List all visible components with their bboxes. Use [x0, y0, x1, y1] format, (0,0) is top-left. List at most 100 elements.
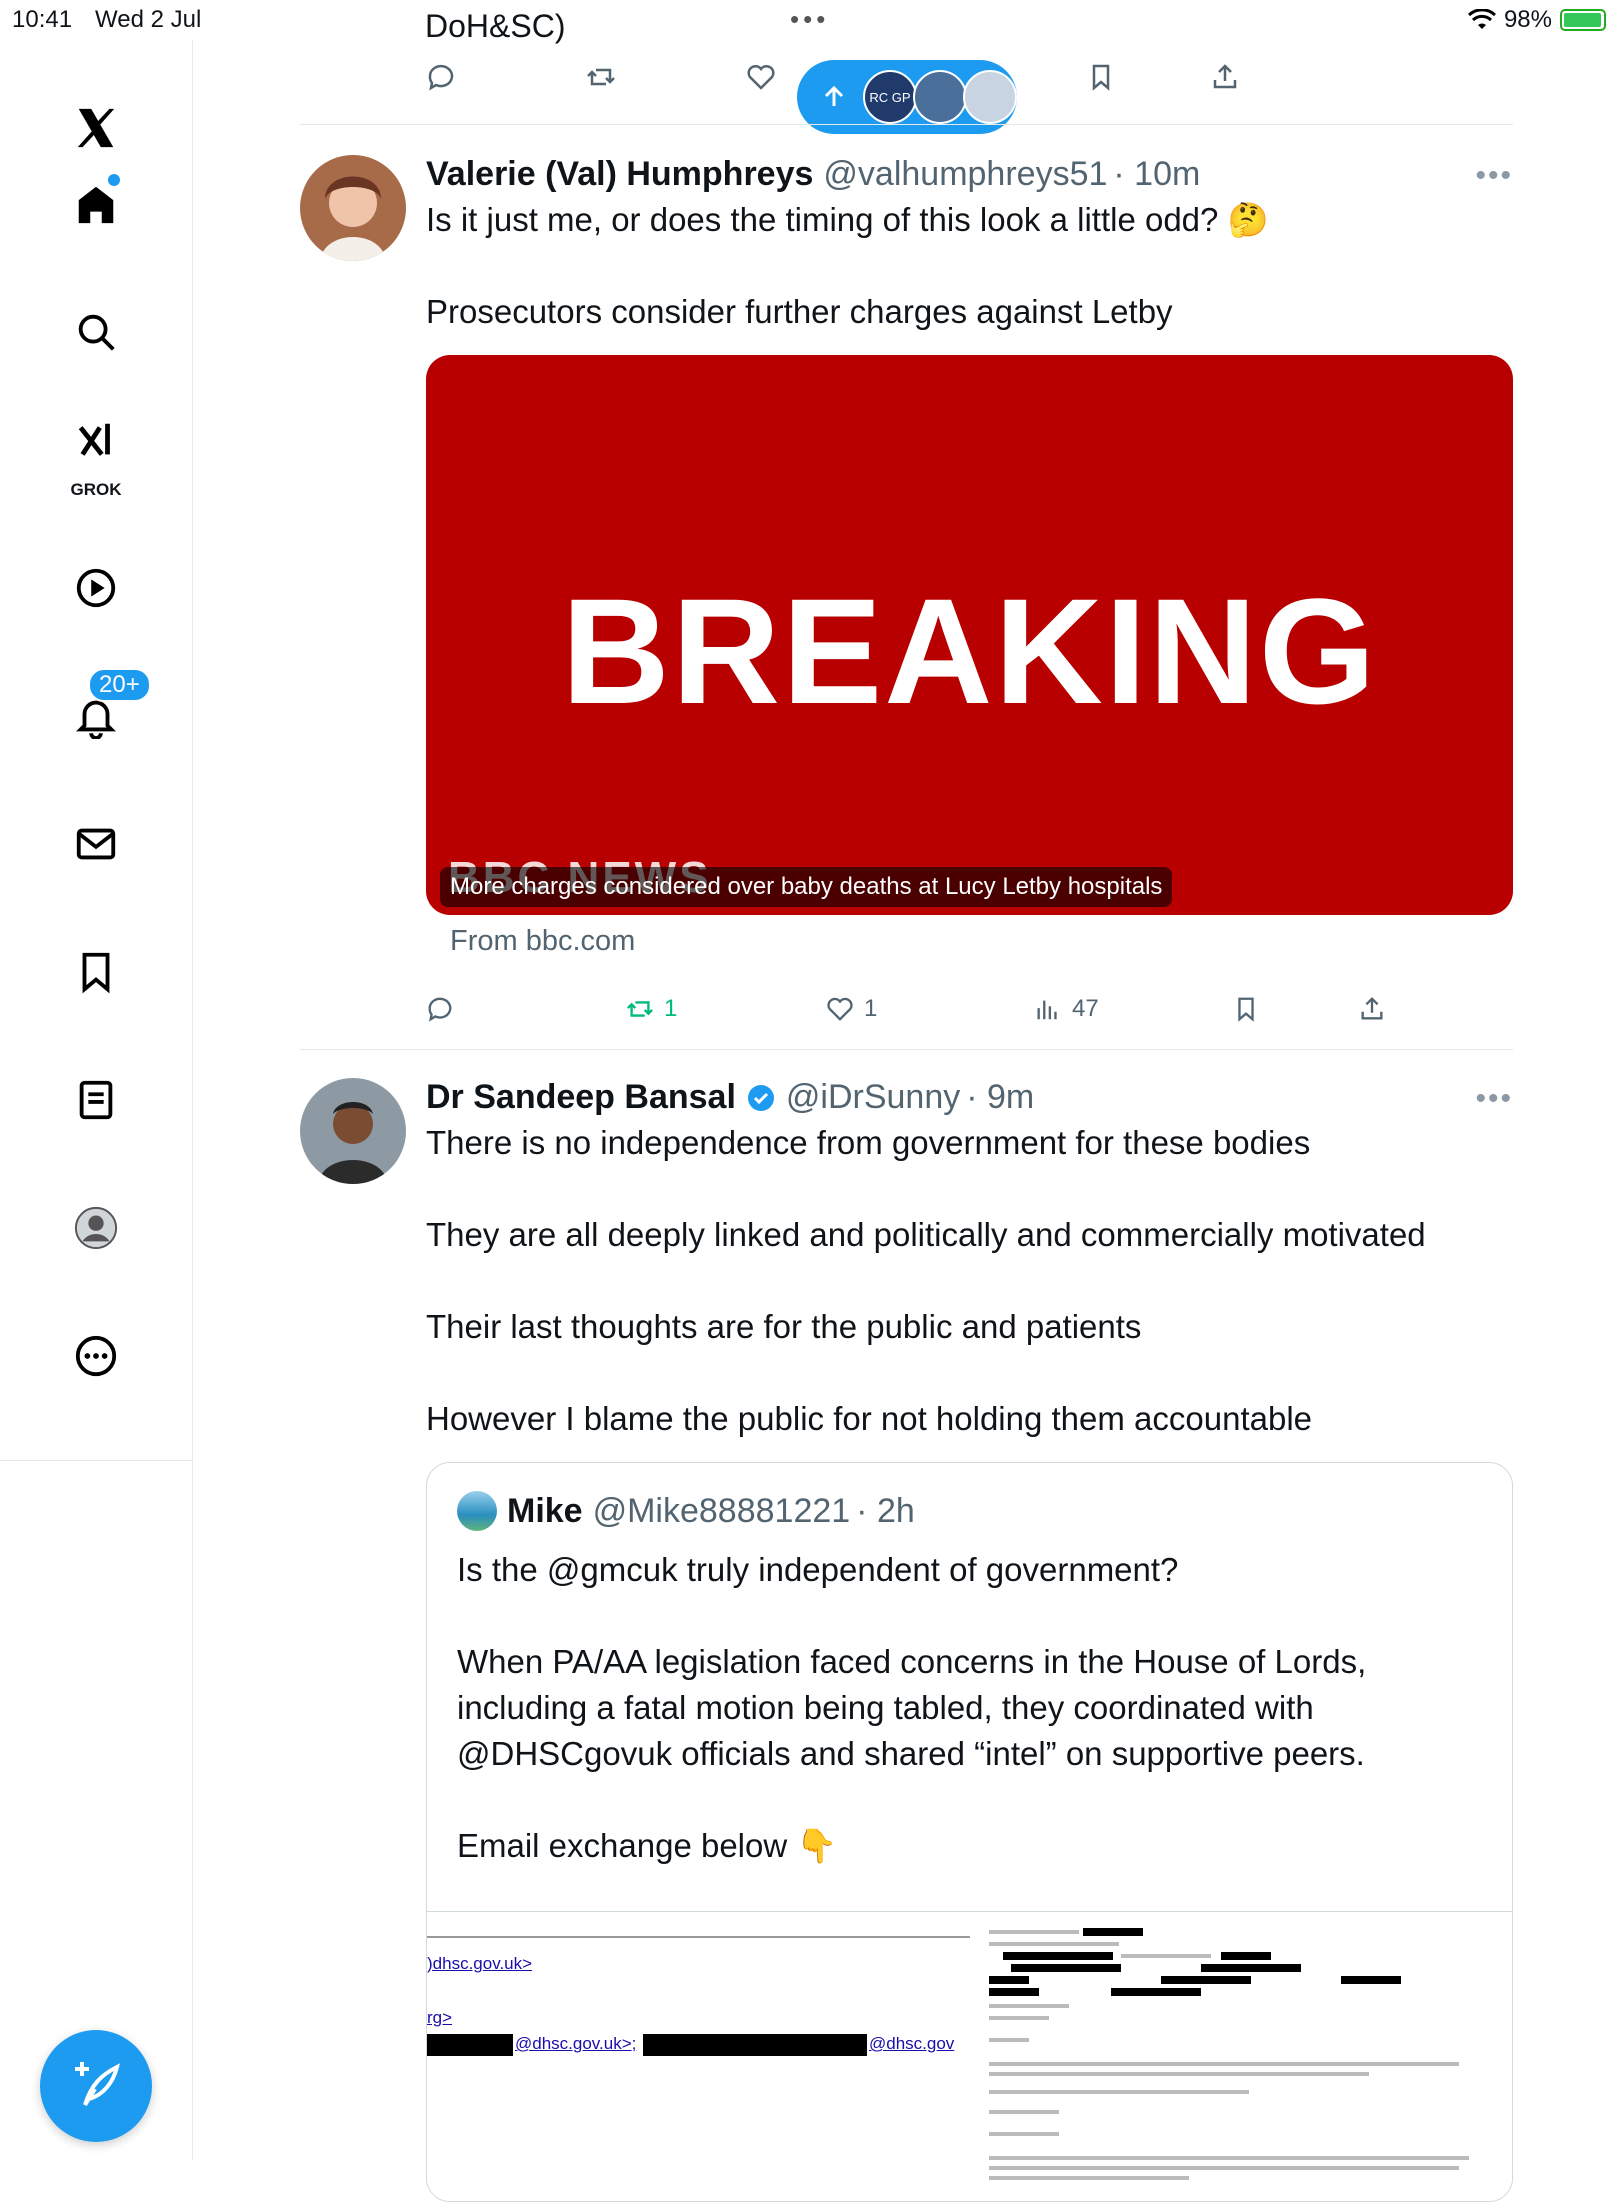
- email-text-line: [989, 2016, 1049, 2020]
- status-time: 10:41: [12, 6, 73, 33]
- share-icon[interactable]: [1210, 62, 1240, 97]
- redaction-bar: [643, 2034, 867, 2056]
- email-screenshot-left[interactable]: )dhsc.gov.uk> rg> @dhsc.gov.uk>; @dhsc.g…: [427, 1912, 970, 2201]
- email-rule: [427, 1936, 970, 1938]
- email-address-text: )dhsc.gov.uk>: [427, 1954, 533, 1973]
- tweet-divider: [300, 1049, 1513, 1050]
- reply-button[interactable]: [426, 995, 464, 1023]
- email-text-line: [989, 2038, 1029, 2042]
- mail-icon: [76, 828, 116, 860]
- tweet-actions: 1 1 47: [426, 995, 1426, 1035]
- like-icon[interactable]: [746, 62, 776, 97]
- author-name[interactable]: Dr Sandeep Bansal: [426, 1078, 736, 1117]
- page-title: DoH&SC): [425, 8, 566, 44]
- card-caption: More charges considered over baby deaths…: [440, 867, 1173, 907]
- like-button[interactable]: 1: [826, 995, 877, 1023]
- new-post-avatar-2: [913, 70, 967, 124]
- tweet[interactable]: Valerie (Val) Humphreys @valhumphreys51 …: [300, 155, 1513, 1055]
- sidebar-item-notifications[interactable]: 20+: [50, 668, 151, 756]
- avatar[interactable]: [300, 1078, 406, 1184]
- email-text-line: [989, 1942, 1119, 1946]
- new-post-avatar-1: RC GP: [863, 70, 917, 124]
- repost-icon: [627, 1001, 653, 1017]
- quoted-media[interactable]: )dhsc.gov.uk> rg> @dhsc.gov.uk>; @dhsc.g…: [427, 1911, 1512, 2201]
- reply-icon[interactable]: [426, 62, 456, 97]
- search-icon: [78, 314, 115, 351]
- email-screenshot-right[interactable]: [971, 1912, 1512, 2201]
- status-right: 98%: [1467, 6, 1606, 34]
- compose-button[interactable]: [40, 2030, 152, 2142]
- email-text-line: [989, 2072, 1369, 2076]
- email-text-line: [989, 2090, 1249, 2094]
- sidebar-item-grok[interactable]: GROK: [50, 410, 142, 499]
- card-source[interactable]: From bbc.com: [450, 925, 635, 958]
- bookmark-button[interactable]: [1232, 995, 1260, 1023]
- x-logo-icon[interactable]: [50, 88, 142, 168]
- repost-count: 1: [664, 995, 678, 1022]
- quoted-tweet-text: Is the @gmcuk truly independent of gover…: [457, 1551, 1367, 1864]
- sidebar-item-video[interactable]: [50, 548, 142, 628]
- share-button[interactable]: [1358, 995, 1386, 1023]
- email-text-line: [989, 2132, 1059, 2136]
- new-posts-pill[interactable]: RC GP: [797, 60, 1017, 134]
- avatar[interactable]: [300, 155, 406, 261]
- sidebar-item-more[interactable]: [50, 1316, 142, 1396]
- like-icon: [827, 997, 853, 1021]
- redaction-bar: [989, 1976, 1029, 1984]
- redaction-bar: [1221, 1952, 1271, 1960]
- more-options-icon[interactable]: •••: [1475, 159, 1513, 193]
- battery-icon: [1560, 9, 1606, 31]
- email-text-line: [989, 2176, 1189, 2180]
- sidebar-divider: [0, 1460, 192, 1461]
- sidebar: GROK 20+: [0, 40, 193, 2160]
- list-icon: [79, 1080, 113, 1120]
- status-date: Wed 2 Jul: [95, 6, 202, 33]
- redaction-bar: [1083, 1928, 1143, 1936]
- email-address-text: @dhsc.gov.uk>;: [515, 2034, 637, 2053]
- redaction-bar: [1011, 1964, 1121, 1972]
- more-options-icon[interactable]: •••: [1475, 1082, 1513, 1116]
- home-unread-dot: [108, 174, 120, 186]
- quoted-tweet-header: Mike @Mike88881221 · 2h: [457, 1491, 915, 1531]
- tweet-text: There is no independence from government…: [426, 1124, 1426, 1437]
- email-text-line: [989, 2110, 1059, 2114]
- redaction-bar: [427, 2034, 513, 2056]
- email-text-line: [989, 2156, 1469, 2160]
- sidebar-item-messages[interactable]: [50, 804, 142, 884]
- author-name[interactable]: Valerie (Val) Humphreys: [426, 155, 813, 194]
- quoted-tweet[interactable]: Mike @Mike88881221 · 2h Is the @gmcuk tr…: [426, 1462, 1513, 2202]
- author-handle[interactable]: @valhumphreys51: [823, 155, 1107, 194]
- tweet-text: Is it just me, or does the timing of thi…: [426, 201, 1269, 330]
- sidebar-item-search[interactable]: [50, 292, 142, 372]
- multitask-dots-icon[interactable]: •••: [790, 4, 829, 35]
- repost-icon[interactable]: [586, 62, 616, 97]
- sidebar-item-profile[interactable]: [50, 1188, 142, 1268]
- profile-icon: [74, 1206, 118, 1250]
- email-text-line: [1121, 1954, 1211, 1958]
- quoted-author-name[interactable]: Mike: [507, 1492, 583, 1531]
- bookmark-icon[interactable]: [1086, 62, 1116, 97]
- header-divider: [300, 124, 1513, 125]
- sidebar-item-bookmarks[interactable]: [50, 932, 142, 1012]
- sidebar-item-lists[interactable]: [50, 1060, 142, 1140]
- new-post-avatar-3: [963, 70, 1017, 124]
- tweet-time[interactable]: · 10m: [1113, 155, 1200, 194]
- tweet-header: Valerie (Val) Humphreys @valhumphreys51 …: [426, 155, 1200, 194]
- sidebar-item-home[interactable]: [50, 164, 142, 244]
- email-text-line: [989, 2004, 1069, 2008]
- quoted-avatar[interactable]: [457, 1491, 497, 1531]
- repost-button[interactable]: 1: [626, 995, 677, 1023]
- grok-label: GROK: [70, 480, 122, 499]
- redaction-bar: [1003, 1952, 1113, 1960]
- views-button[interactable]: 47: [1034, 995, 1099, 1023]
- quoted-tweet-time[interactable]: · 2h: [856, 1492, 915, 1531]
- link-card[interactable]: BREAKING BBC NEWS More charges considere…: [426, 355, 1513, 915]
- home-icon: [78, 186, 114, 224]
- tweet-time[interactable]: · 9m: [966, 1078, 1034, 1117]
- compose-icon: [75, 2062, 120, 2107]
- like-count: 1: [864, 995, 878, 1022]
- quoted-author-handle[interactable]: @Mike88881221: [593, 1492, 851, 1531]
- author-handle[interactable]: @iDrSunny: [786, 1078, 960, 1117]
- status-bar: 10:41 Wed 2 Jul ••• 98%: [0, 0, 1620, 40]
- verified-badge-icon: [747, 1084, 774, 1111]
